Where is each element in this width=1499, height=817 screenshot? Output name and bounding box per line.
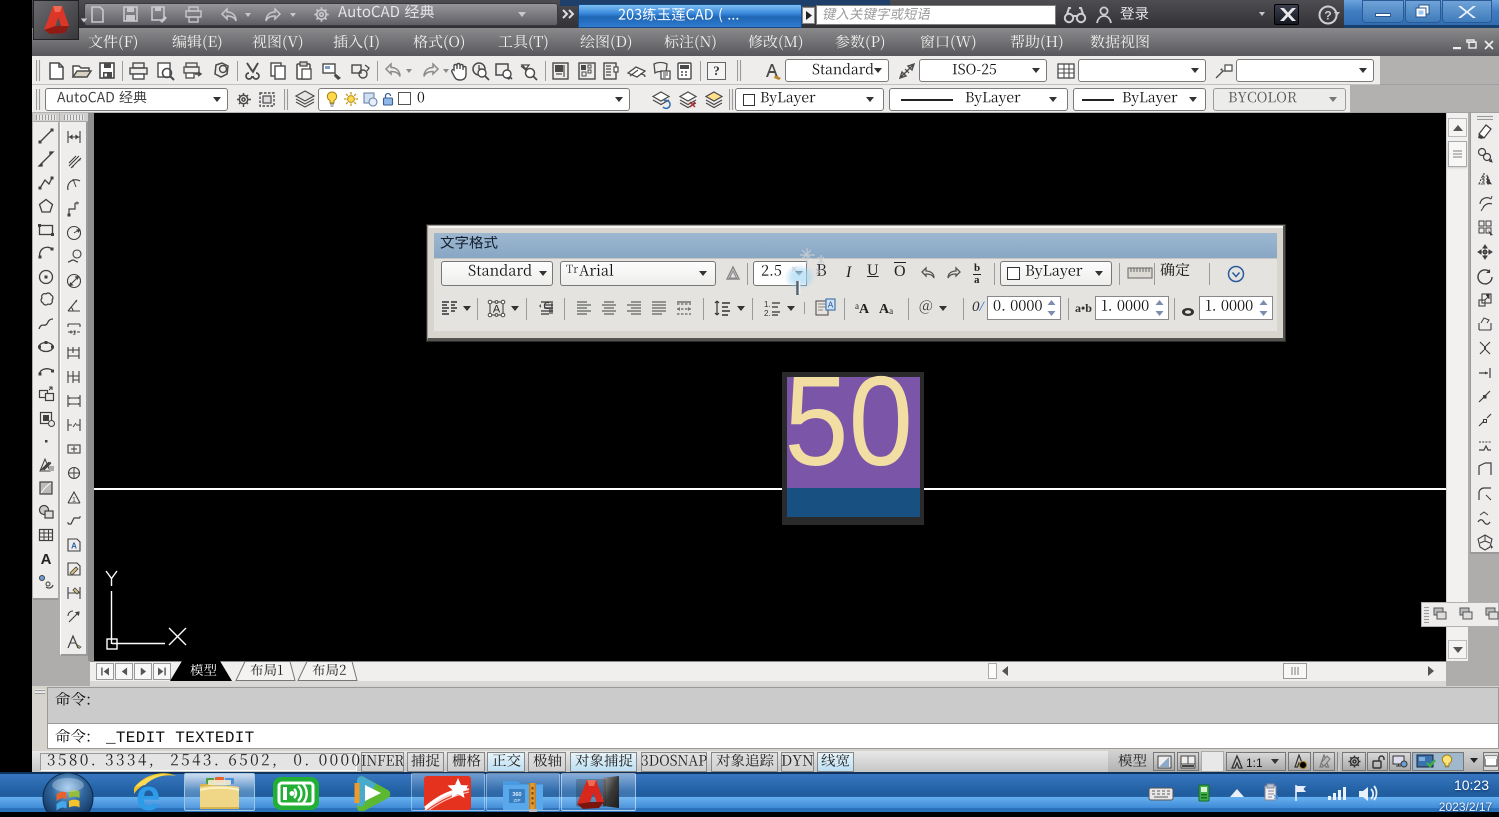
svg-text:2.: 2. — [764, 309, 771, 318]
svg-text:A: A — [71, 542, 77, 551]
svg-text:ZIP: ZIP — [513, 798, 520, 803]
svg-text:A: A — [493, 304, 501, 316]
svg-text:1: 1 — [72, 331, 76, 337]
svg-text:1.: 1. — [764, 300, 771, 309]
svg-text:A: A — [41, 551, 52, 568]
svg-text:?: ? — [1324, 9, 1331, 23]
svg-text:1: 1 — [72, 497, 76, 504]
svg-text:I: I — [845, 264, 852, 281]
svg-text:1:1: 1:1 — [1246, 756, 1263, 770]
